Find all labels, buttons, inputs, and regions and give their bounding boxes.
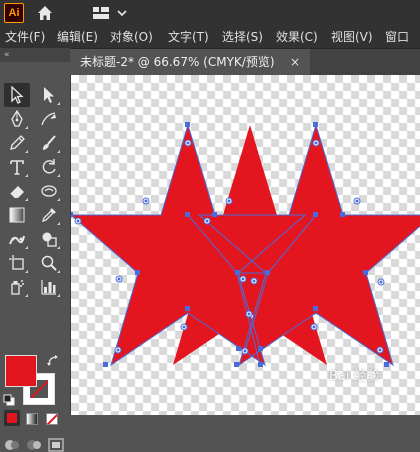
home-icon: [38, 6, 52, 20]
column-graph-icon: [41, 280, 56, 295]
eraser-tool[interactable]: [4, 179, 30, 203]
gradient-icon: [9, 207, 25, 223]
swap-fill-stroke-icon[interactable]: [46, 354, 60, 368]
zoom-magnifier-icon: [41, 255, 57, 271]
artboard-icon: [9, 255, 24, 270]
document-tab-title[interactable]: 未标题-2* @ 66.67% (CMYK/预览): [80, 49, 275, 75]
paintbrush-tool[interactable]: [36, 131, 62, 155]
pencil-tool[interactable]: [4, 131, 30, 155]
puppet-warp-icon: [9, 235, 25, 245]
draw-normal-icon[interactable]: [4, 438, 20, 452]
workspace-switcher-icon: [93, 7, 127, 19]
curvature-tool[interactable]: [36, 107, 62, 131]
menu-effect[interactable]: 效果(C): [276, 26, 318, 48]
draw-behind-icon[interactable]: [26, 438, 42, 452]
watermark: Bai 经验: [329, 369, 380, 384]
selection-arrow-icon: [11, 86, 24, 104]
paintbrush-icon: [43, 135, 56, 150]
artwork[interactable]: [71, 75, 420, 415]
menu-file[interactable]: 文件(F): [5, 26, 45, 48]
menu-type[interactable]: 文字(T): [168, 26, 209, 48]
star-shapes[interactable]: [71, 125, 420, 365]
document-tab-bar: 未标题-2* @ 66.67% (CMYK/预览) ×: [70, 49, 420, 75]
tools-panel-header[interactable]: «: [0, 48, 70, 62]
home-button[interactable]: [36, 4, 54, 22]
eyedropper-icon: [41, 208, 56, 223]
shape-builder-tool[interactable]: [36, 227, 62, 251]
rotate-icon: [42, 159, 56, 174]
artboard-canvas[interactable]: Bai 经验: [71, 75, 420, 415]
default-fill-stroke-icon[interactable]: [3, 394, 15, 406]
artboard-tool[interactable]: [4, 251, 30, 275]
gradient-tool[interactable]: [4, 203, 30, 227]
menu-edit[interactable]: 编辑(E): [57, 26, 98, 48]
symbol-sprayer-icon: [11, 280, 24, 295]
fill-color-swatch[interactable]: [5, 355, 37, 387]
collapse-icon[interactable]: «: [4, 48, 9, 62]
column-graph-tool[interactable]: [36, 275, 62, 299]
direct-selection-icon: [44, 87, 54, 103]
pen-tool[interactable]: [4, 107, 30, 131]
warp-icon: [41, 185, 57, 197]
warp-tool[interactable]: [36, 179, 62, 203]
menu-select[interactable]: 选择(S): [222, 26, 263, 48]
workspace-switcher-button[interactable]: [92, 5, 128, 21]
app-logo: Ai: [4, 3, 24, 23]
symbol-sprayer-tool[interactable]: [4, 275, 30, 299]
menu-bar: 文件(F) 编辑(E) 对象(O) 文字(T) 选择(S) 效果(C) 视图(V…: [0, 26, 420, 49]
color-mode-button[interactable]: [4, 410, 20, 426]
tools-panel: «: [0, 48, 71, 452]
pencil-icon: [10, 135, 25, 150]
menu-view[interactable]: 视图(V): [331, 26, 373, 48]
type-tool[interactable]: [4, 155, 30, 179]
zoom-tool[interactable]: [36, 251, 62, 275]
close-tab-icon[interactable]: ×: [290, 49, 300, 75]
eraser-icon: [9, 186, 24, 199]
application-bar: Ai: [0, 0, 420, 26]
eyedropper-tool[interactable]: [36, 203, 62, 227]
type-t-icon: [10, 160, 24, 175]
selection-tool[interactable]: [4, 83, 30, 107]
rotate-tool[interactable]: [36, 155, 62, 179]
menu-object[interactable]: 对象(O): [110, 26, 153, 48]
direct-selection-tool[interactable]: [36, 83, 62, 107]
puppet-warp-tool[interactable]: [4, 227, 30, 251]
curvature-pen-icon: [41, 112, 56, 126]
shape-builder-icon: [42, 232, 57, 247]
screen-mode-icon[interactable]: [48, 438, 64, 452]
pen-icon: [11, 110, 23, 127]
document-tab[interactable]: 未标题-2* @ 66.67% (CMYK/预览) ×: [70, 49, 310, 75]
menu-window[interactable]: 窗口: [385, 26, 409, 48]
